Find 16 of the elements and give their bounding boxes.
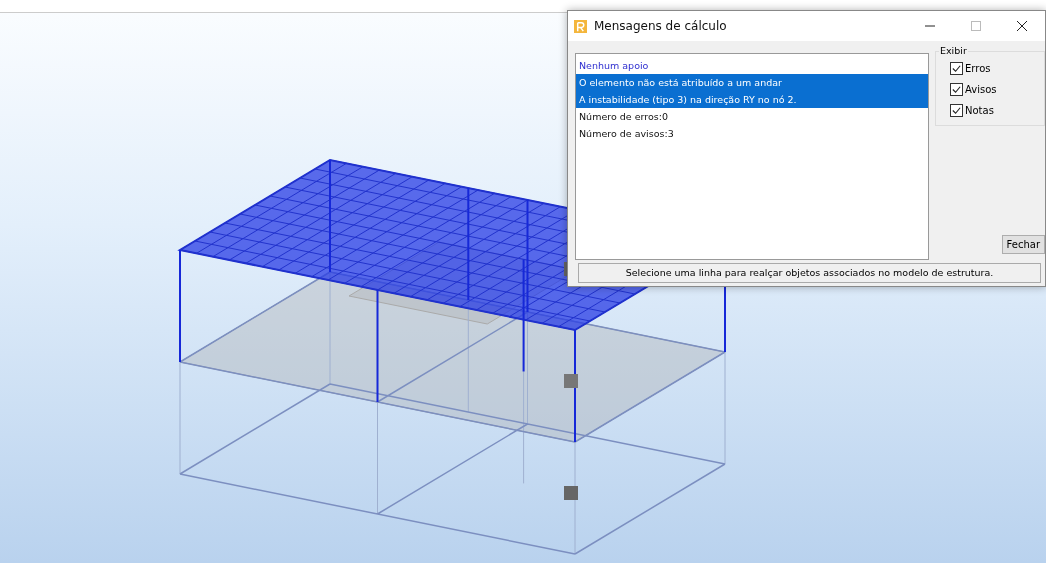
checkbox[interactable] xyxy=(950,62,963,75)
message-item[interactable]: Número de avisos:3 xyxy=(576,125,928,142)
checkbox-label: Erros xyxy=(965,63,991,74)
app-logo-icon xyxy=(574,19,587,33)
checkbox[interactable] xyxy=(950,83,963,96)
checkbox-label: Avisos xyxy=(965,84,997,95)
checkbox[interactable] xyxy=(950,104,963,117)
message-item[interactable]: Número de erros:0 xyxy=(576,108,928,125)
group-title: Exibir xyxy=(939,45,968,56)
close-button[interactable]: Fechar xyxy=(1001,235,1045,254)
checkbox-label: Notas xyxy=(965,105,994,116)
message-item[interactable]: Nenhum apoio xyxy=(576,57,928,74)
status-bar: Selecione uma linha para realçar objetos associados no modelo de estrutura. xyxy=(578,263,1041,283)
window-title: Mensagens de cálculo xyxy=(594,19,728,33)
message-item[interactable]: A instabilidade (tipo 3) na direção RY no nó 2. xyxy=(576,91,928,108)
message-item[interactable]: O elemento não está atribuído a um andar xyxy=(576,74,928,91)
